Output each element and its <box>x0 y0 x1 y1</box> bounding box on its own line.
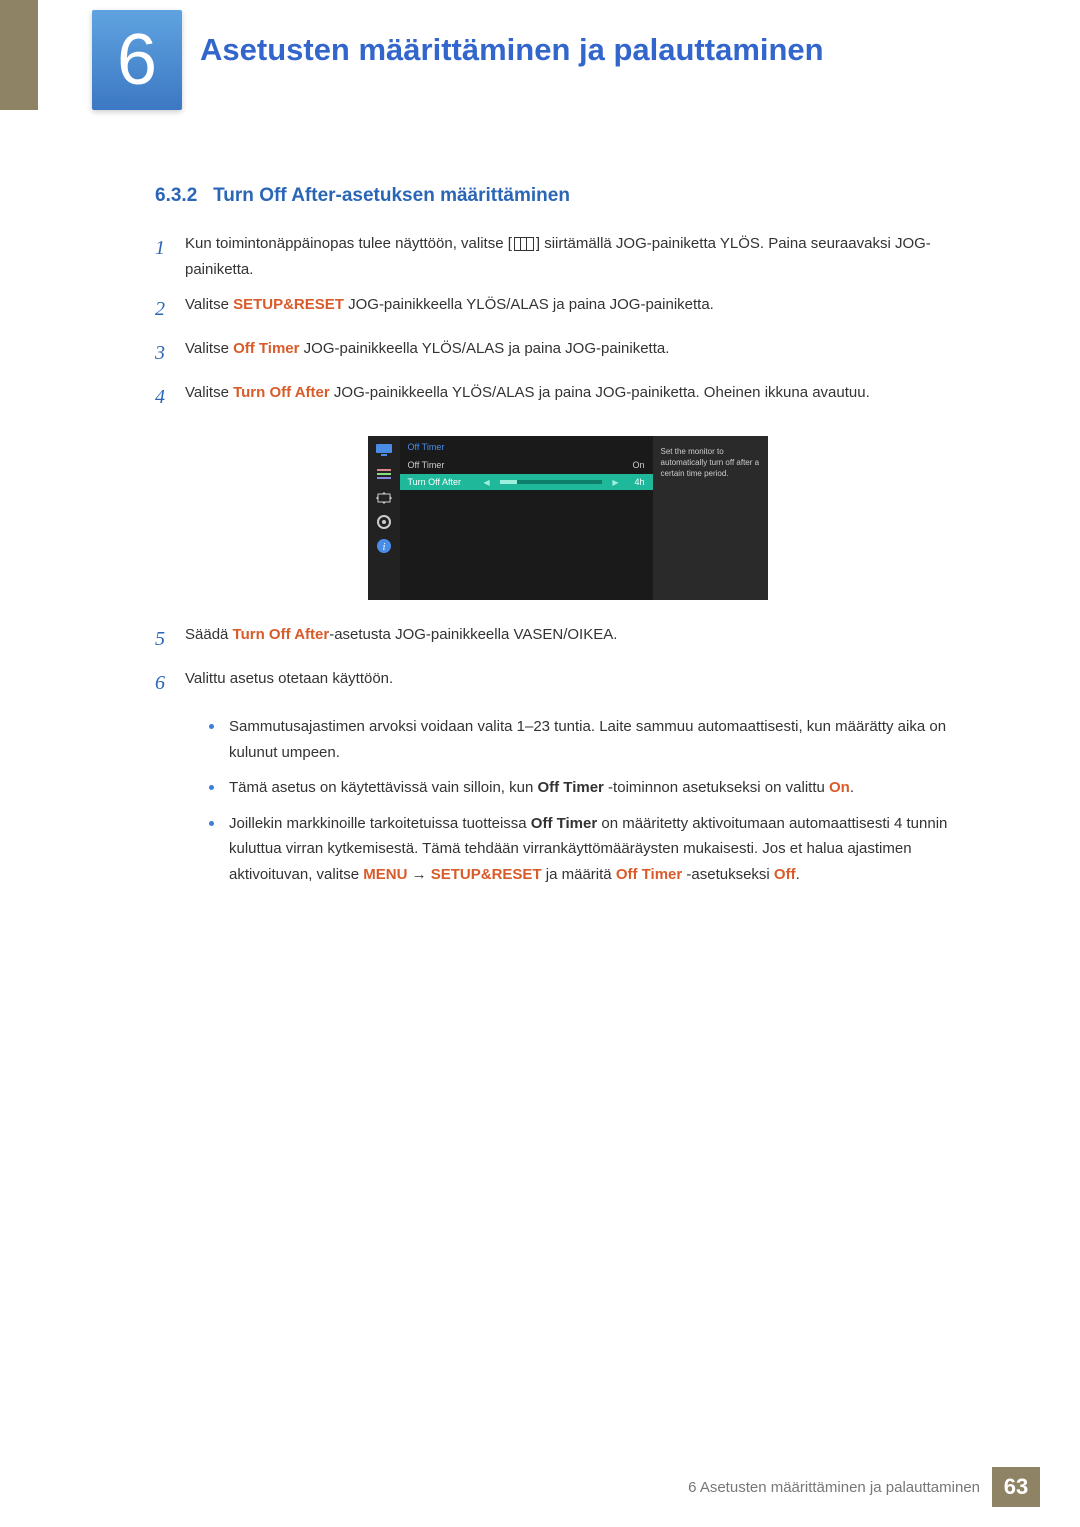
osd-row-off-timer: Off Timer On <box>400 456 653 474</box>
osd-icon-rail: i <box>368 436 400 600</box>
step-6: 6 Valittu asetus otetaan käyttöön. <box>155 666 980 700</box>
chapter-number: 6 <box>117 19 157 101</box>
step-number: 2 <box>155 292 185 326</box>
list-icon <box>375 466 393 482</box>
step-number: 1 <box>155 231 185 265</box>
step-body: Valittu asetus otetaan käyttöön. <box>185 666 980 692</box>
osd-row-label: Turn Off After <box>408 477 478 487</box>
osd-blank-area <box>400 490 653 600</box>
note-3: Joillekin markkinoille tarkoitetuissa tu… <box>209 811 980 888</box>
step-body: Valitse Turn Off After JOG-painikkeella … <box>185 380 980 406</box>
page-number: 63 <box>992 1467 1040 1507</box>
step-1: 1 Kun toimintonäppäinopas tulee näyttöön… <box>155 231 980 282</box>
resize-icon <box>375 490 393 506</box>
step-number: 3 <box>155 336 185 370</box>
arrow-right-icon: ▶ <box>612 478 618 487</box>
osd-menu-title: Off Timer <box>400 436 653 456</box>
osd-main-panel: Off Timer Off Timer On Turn Off After ◀ … <box>400 436 653 600</box>
note-2: Tämä asetus on käytettävissä vain silloi… <box>209 775 980 801</box>
section-heading: 6.3.2 Turn Off After-asetuksen määrittäm… <box>155 185 980 207</box>
emph-off-timer: Off Timer <box>616 866 682 883</box>
step-number: 4 <box>155 380 185 414</box>
svg-text:i: i <box>382 542 385 553</box>
footer-text: 6 Asetusten määrittäminen ja palauttamin… <box>688 1479 980 1496</box>
step-number: 5 <box>155 622 185 656</box>
left-accent <box>0 0 38 110</box>
osd-slider-fill <box>500 480 517 484</box>
step-body: Valitse Off Timer JOG-painikkeella YLÖS/… <box>185 336 980 362</box>
emph-off: Off <box>774 866 796 883</box>
osd-screenshot: i Off Timer Off Timer On Turn Off After … <box>368 436 768 600</box>
section-title: Turn Off After-asetuksen määrittäminen <box>213 185 570 206</box>
note-1: Sammutusajastimen arvoksi voidaan valita… <box>209 714 980 765</box>
step-body: Valitse SETUP&RESET JOG-painikkeella YLÖ… <box>185 292 980 318</box>
osd-help-panel: Set the monitor to automatically turn of… <box>653 436 768 600</box>
page-footer: 6 Asetusten määrittäminen ja palauttamin… <box>688 1467 1040 1507</box>
chapter-title: Asetusten määrittäminen ja palauttaminen <box>200 32 824 68</box>
osd-row-label: Off Timer <box>408 460 445 470</box>
section-number: 6.3.2 <box>155 185 197 206</box>
step-5: 5 Säädä Turn Off After-asetusta JOG-pain… <box>155 622 980 656</box>
emph-off-timer: Off Timer <box>233 340 299 357</box>
manual-page: 6 Asetusten määrittäminen ja palauttamin… <box>0 0 1080 1527</box>
monitor-icon <box>375 442 393 458</box>
steps-list: 1 Kun toimintonäppäinopas tulee näyttöön… <box>155 231 980 414</box>
emph-setup-reset: SETUP&RESET <box>233 296 344 313</box>
content-area: 6.3.2 Turn Off After-asetuksen määrittäm… <box>155 185 980 897</box>
step-3: 3 Valitse Off Timer JOG-painikkeella YLÖ… <box>155 336 980 370</box>
step-body: Säädä Turn Off After-asetusta JOG-painik… <box>185 622 980 648</box>
arrow-left-icon: ◀ <box>484 478 490 487</box>
emph-off-timer: Off Timer <box>537 779 603 796</box>
step-number: 6 <box>155 666 185 700</box>
step-2: 2 Valitse SETUP&RESET JOG-painikkeella Y… <box>155 292 980 326</box>
step-4: 4 Valitse Turn Off After JOG-painikkeell… <box>155 380 980 414</box>
step-body: Kun toimintonäppäinopas tulee näyttöön, … <box>185 231 980 282</box>
menu-icon <box>514 237 534 251</box>
emph-menu: MENU <box>363 866 407 883</box>
emph-turn-off-after: Turn Off After <box>233 626 330 643</box>
osd-row-value: On <box>632 460 644 470</box>
osd-row-value: 4h <box>625 477 645 487</box>
emph-on: On <box>829 779 850 796</box>
emph-setup-reset: SETUP&RESET <box>431 866 542 883</box>
osd-slider <box>500 480 603 484</box>
steps-list-2: 5 Säädä Turn Off After-asetusta JOG-pain… <box>155 622 980 700</box>
notes-block: Sammutusajastimen arvoksi voidaan valita… <box>155 714 980 887</box>
gear-icon <box>375 514 393 530</box>
info-icon: i <box>375 538 393 554</box>
chapter-number-tab: 6 <box>92 10 182 110</box>
osd-row-turn-off-after: Turn Off After ◀ ▶ 4h <box>400 474 653 490</box>
emph-turn-off-after: Turn Off After <box>233 384 330 401</box>
emph-off-timer: Off Timer <box>531 815 597 832</box>
osd-help-text: Set the monitor to automatically turn of… <box>661 447 760 478</box>
